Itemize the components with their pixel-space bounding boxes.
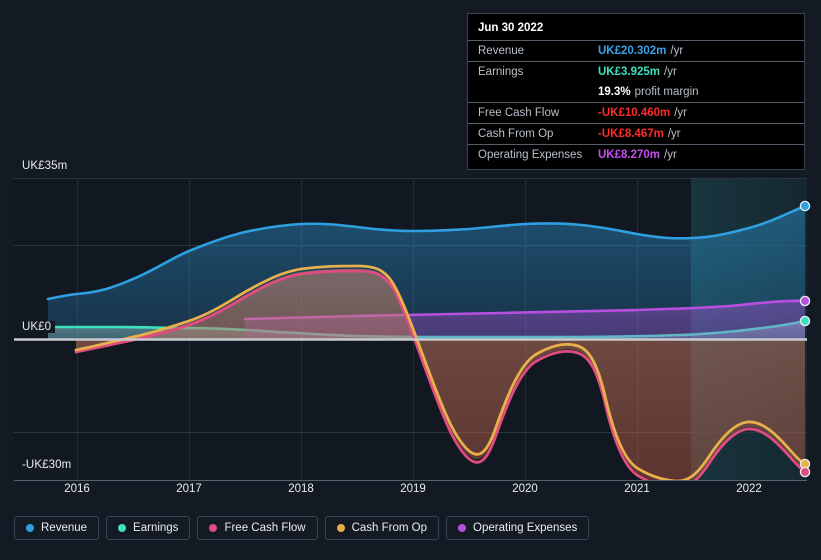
x-axis-tick-2018: 2018 — [288, 483, 314, 495]
tooltip-value-profit-margin: 19.3% — [598, 86, 631, 98]
tooltip-unit-earnings: /yr — [664, 66, 677, 78]
tooltip-row-profit-margin: 19.3% profit margin — [468, 82, 804, 102]
x-axis-tick-2022: 2022 — [736, 483, 762, 495]
tooltip-row-revenue: Revenue UK£20.302m /yr — [468, 40, 804, 61]
legend-dot-cash-from-op-icon — [336, 524, 345, 532]
endpoint-earnings[interactable] — [799, 315, 811, 327]
tooltip-unit-free-cash-flow: /yr — [674, 107, 688, 119]
x-axis-tick-2016: 2016 — [64, 483, 90, 495]
legend-item-operating-expenses[interactable]: Operating Expenses — [446, 516, 590, 540]
chart-legend: Revenue Earnings Free Cash Flow Cash Fro… — [14, 516, 590, 540]
tooltip-label-cash-from-op: Cash From Op — [478, 128, 554, 140]
legend-dot-operating-expenses-icon — [458, 524, 467, 532]
legend-label-cash-from-op: Cash From Op — [351, 522, 428, 534]
legend-item-cash-from-op[interactable]: Cash From Op — [324, 516, 440, 540]
tooltip-row-operating-expenses: Operating Expenses UK£8.270m /yr — [468, 144, 804, 165]
tooltip-label-revenue: Revenue — [478, 45, 525, 57]
endpoint-operating-expenses[interactable] — [799, 295, 811, 307]
legend-label-earnings: Earnings — [133, 522, 179, 534]
tooltip-label-free-cash-flow: Free Cash Flow — [478, 107, 560, 119]
endpoint-free-cash-flow[interactable] — [799, 466, 811, 478]
chart-page: UK£35m UK£0 -UK£30m 2016 2017 2018 2019 … — [0, 0, 821, 560]
financials-area-chart — [14, 178, 811, 481]
tooltip-label-earnings: Earnings — [478, 66, 524, 78]
legend-label-revenue: Revenue — [41, 522, 88, 534]
legend-item-earnings[interactable]: Earnings — [106, 516, 191, 540]
tooltip-label-operating-expenses: Operating Expenses — [478, 149, 583, 161]
y-axis-label-zero: UK£0 — [22, 321, 56, 333]
x-axis-tick-2019: 2019 — [400, 483, 426, 495]
x-axis-labels: 2016 2017 2018 2019 2020 2021 2022 — [0, 483, 821, 503]
tooltip-row-earnings: Earnings UK£3.925m /yr — [468, 61, 804, 82]
tooltip-date: Jun 30 2022 — [478, 22, 544, 34]
tooltip-row-cash-from-op: Cash From Op -UK£8.467m /yr — [468, 123, 804, 144]
legend-label-operating-expenses: Operating Expenses — [473, 522, 578, 534]
x-axis-tick-2021: 2021 — [624, 483, 650, 495]
tooltip-value-revenue: UK£20.302m — [598, 45, 667, 57]
tooltip-unit-operating-expenses: /yr — [664, 149, 677, 161]
tooltip-value-operating-expenses: UK£8.270m — [598, 149, 661, 161]
endpoint-revenue[interactable] — [799, 200, 811, 212]
chart-tooltip: Jun 30 2022 Revenue UK£20.302m /yr Earni… — [467, 13, 805, 170]
tooltip-unit-profit-margin: profit margin — [634, 86, 699, 98]
tooltip-value-cash-from-op: -UK£8.467m — [598, 128, 664, 140]
legend-dot-free-cash-flow-icon — [209, 524, 218, 532]
legend-label-free-cash-flow: Free Cash Flow — [224, 522, 306, 534]
legend-dot-revenue-icon — [26, 524, 34, 532]
tooltip-value-free-cash-flow: -UK£10.460m — [598, 107, 671, 119]
legend-dot-earnings-icon — [118, 524, 127, 532]
x-axis-tick-2020: 2020 — [512, 483, 538, 495]
legend-item-revenue[interactable]: Revenue — [14, 516, 100, 540]
tooltip-unit-revenue: /yr — [670, 45, 684, 57]
tooltip-value-earnings: UK£3.925m — [598, 66, 661, 78]
chart-plot-area[interactable] — [0, 155, 821, 505]
legend-item-free-cash-flow[interactable]: Free Cash Flow — [197, 516, 318, 540]
y-axis-label-min: -UK£30m — [22, 459, 76, 471]
tooltip-unit-cash-from-op: /yr — [667, 128, 681, 140]
tooltip-row-free-cash-flow: Free Cash Flow -UK£10.460m /yr — [468, 102, 804, 123]
y-axis-label-max: UK£35m — [22, 160, 72, 172]
x-axis-tick-2017: 2017 — [176, 483, 202, 495]
